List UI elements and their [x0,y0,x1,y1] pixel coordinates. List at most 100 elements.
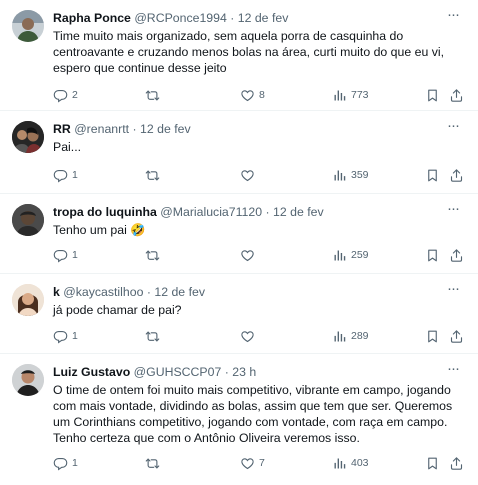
like-button[interactable] [240,327,259,345]
avatar[interactable] [12,364,44,396]
retweet-button[interactable] [145,454,164,472]
reply-button[interactable]: 1 [53,327,78,345]
view-count: 289 [351,330,369,342]
tweet-header: Luiz Gustavo @GUHSCCP07 · 23 h [53,363,438,381]
avatar[interactable] [12,204,44,236]
bookmark-button[interactable] [425,246,440,264]
like-button[interactable] [240,166,259,184]
heart-icon [240,456,255,471]
tweet[interactable]: Rapha Ponce @RCPonce1994 · 12 de fev ···… [0,0,478,111]
tweet[interactable]: k @kaycastilhoo · 12 de fev ··· já pode … [0,274,478,354]
views-button[interactable]: 259 [332,246,369,264]
tweet-text: O time de ontem foi muito mais competiti… [53,383,453,445]
avatar[interactable] [12,284,44,316]
share-button[interactable] [449,327,464,345]
separator-dot: · [146,285,151,299]
retweet-button[interactable] [145,246,164,264]
bookmark-button[interactable] [425,166,440,184]
share-button[interactable] [449,246,464,264]
display-name[interactable]: Luiz Gustavo [53,365,130,379]
reply-count: 1 [72,169,78,181]
action-bar: 1 7 403 [53,454,464,472]
reply-icon [53,168,68,183]
views-button[interactable]: 403 [332,454,369,472]
like-button[interactable]: 7 [240,454,265,472]
timestamp[interactable]: 23 h [232,365,256,379]
avatar[interactable] [12,121,44,153]
user-handle[interactable]: @kaycastilhoo [63,285,143,299]
avatar[interactable] [12,10,44,42]
bookmark-button[interactable] [425,454,440,472]
view-count: 403 [351,457,369,469]
views-button[interactable]: 773 [332,86,369,104]
share-button[interactable] [449,454,464,472]
like-button[interactable] [240,246,259,264]
share-icon [449,168,464,183]
more-options-icon[interactable]: ··· [442,118,464,138]
retweet-icon [145,168,160,183]
heart-icon [240,168,255,183]
reply-icon [53,248,68,263]
like-button[interactable]: 8 [240,86,265,104]
views-chart-icon [332,168,347,183]
user-handle[interactable]: @RCPonce1994 [134,11,226,25]
retweet-icon [145,456,160,471]
tweet-header: k @kaycastilhoo · 12 de fev [53,283,438,301]
tweet[interactable]: Luiz Gustavo @GUHSCCP07 · 23 h ··· O tim… [0,354,478,485]
retweet-button[interactable] [145,86,164,104]
retweet-button[interactable] [145,327,164,345]
retweet-button[interactable] [145,166,164,184]
reply-icon [53,88,68,103]
view-count: 359 [351,169,369,181]
more-options-icon[interactable]: ··· [442,281,464,301]
display-name[interactable]: Rapha Ponce [53,11,131,25]
reply-count: 1 [72,249,78,261]
tweet[interactable]: tropa do luquinha @Marialucia71120 · 12 … [0,194,478,274]
action-bar: 2 8 773 [53,86,464,104]
tweet-header: Rapha Ponce @RCPonce1994 · 12 de fev [53,9,438,27]
reply-button[interactable]: 1 [53,454,78,472]
share-button[interactable] [449,166,464,184]
like-count: 8 [259,89,265,101]
separator-dot: · [230,11,235,25]
tweet[interactable]: RR @renanrtt · 12 de fev ··· Pai... 1 35… [0,111,478,194]
share-button[interactable] [449,86,464,104]
tweet-text: Tenho um pai 🤣 [53,223,146,237]
more-options-icon[interactable]: ··· [442,201,464,221]
views-button[interactable]: 359 [332,166,369,184]
timestamp[interactable]: 12 de fev [140,122,191,136]
share-icon [449,248,464,263]
user-handle[interactable]: @renanrtt [74,122,129,136]
view-count: 259 [351,249,369,261]
retweet-icon [145,248,160,263]
reply-button[interactable]: 2 [53,86,78,104]
timestamp[interactable]: 12 de fev [154,285,205,299]
user-handle[interactable]: @GUHSCCP07 [134,365,222,379]
display-name[interactable]: tropa do luquinha [53,205,157,219]
tweet-text: Time muito mais organizado, sem aquela p… [53,29,445,75]
separator-dot: · [265,205,270,219]
separator-dot: · [132,122,137,136]
tweet-text: Pai... [53,140,82,154]
heart-icon [240,329,255,344]
user-handle[interactable]: @Marialucia71120 [160,205,262,219]
reply-button[interactable]: 1 [53,246,78,264]
action-bar: 1 359 [53,166,464,184]
timestamp[interactable]: 12 de fev [238,11,289,25]
views-chart-icon [332,88,347,103]
more-options-icon[interactable]: ··· [442,7,464,27]
bookmark-button[interactable] [425,327,440,345]
display-name[interactable]: k [53,285,60,299]
share-icon [449,329,464,344]
display-name[interactable]: RR [53,122,71,136]
timestamp[interactable]: 12 de fev [273,205,324,219]
share-icon [449,88,464,103]
bookmark-button[interactable] [425,86,440,104]
bookmark-icon [425,329,440,344]
retweet-icon [145,329,160,344]
reply-count: 1 [72,330,78,342]
reply-button[interactable]: 1 [53,166,78,184]
views-button[interactable]: 289 [332,327,369,345]
more-options-icon[interactable]: ··· [442,361,464,381]
reply-count: 1 [72,457,78,469]
